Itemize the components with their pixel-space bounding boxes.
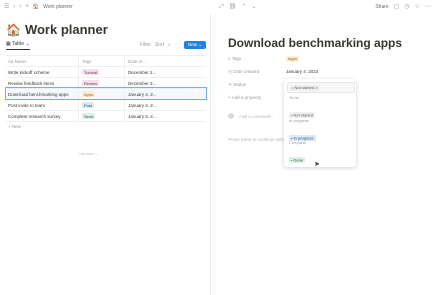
top-bar-left: ☰ ‹ › + 🏠 Work planner: [0, 4, 214, 10]
mouse-cursor-icon: ➤: [314, 161, 320, 168]
calculate-button[interactable]: Calculate ⌄: [78, 151, 99, 156]
table-row[interactable]: Post invite to team Post January 4, 2...: [6, 99, 206, 110]
search-icon[interactable]: ⌕: [168, 42, 171, 48]
favorite-star-icon[interactable]: ☆: [415, 4, 420, 10]
property-value: January 4, 2023: [286, 69, 319, 74]
row-date: January 5, 2...: [124, 111, 206, 121]
row-name[interactable]: Review feedback items: [6, 81, 78, 86]
database-table: Aa Name Tags Date cr... Write kickoff sc…: [5, 55, 207, 131]
property-label: ☀ Status: [228, 81, 247, 87]
row-tags[interactable]: Apps: [78, 89, 124, 99]
sort-button[interactable]: Sort: [155, 42, 164, 48]
comment-icon[interactable]: ▢: [394, 4, 400, 10]
tag-badge: Post: [82, 102, 95, 108]
property-status[interactable]: ☀ Status: [228, 80, 286, 89]
planner-title: 🏠 Work planner: [6, 22, 108, 37]
page-title: Work planner: [24, 22, 108, 37]
property-date[interactable]: ◷ Date created January 4, 2023: [228, 67, 318, 76]
breadcrumb[interactable]: Work planner: [43, 4, 73, 10]
share-button[interactable]: Share: [375, 4, 388, 10]
status-dropdown: • Not started × To-do • Not started In pro…: [284, 79, 356, 167]
more-options-icon[interactable]: ⋯: [425, 4, 435, 10]
row-date: January 4, 2...: [124, 100, 206, 110]
tag-badge: Review: [82, 80, 100, 86]
add-property-button[interactable]: + Add a property: [228, 93, 286, 102]
breadcrumb-icon: 🏠: [32, 4, 40, 10]
row-name[interactable]: Post invite to team: [6, 103, 78, 108]
avatar: [228, 113, 234, 119]
status-group-label: Complete: [289, 140, 307, 145]
row-date: December 3...: [124, 78, 206, 88]
chevron-down-icon[interactable]: ⌄: [251, 4, 256, 10]
tag-badge: Send: [82, 113, 96, 119]
status-group-label: In progress: [289, 118, 310, 123]
row-tags[interactable]: Tutorial: [78, 67, 124, 77]
row-tags[interactable]: Post: [78, 100, 124, 110]
tab-table[interactable]: ▦ Table ⌄: [6, 41, 30, 50]
row-name[interactable]: Download benchmarking apps: [6, 92, 78, 97]
chevron-up-icon[interactable]: ⌃: [241, 4, 246, 10]
comment-input[interactable]: Add a comment...: [239, 114, 274, 119]
property-label: ◷ Date created: [228, 68, 259, 74]
status-chip: • Done: [289, 156, 306, 163]
top-bar-right: ⤢ ⛓ ⌃ ⌄ Share ▢ ◷ ☆ ⋯: [214, 4, 435, 10]
view-toolbar: ▦ Table ⌄ Filter Sort ⌕ ⋯ New ⌄: [6, 40, 206, 50]
status-chip: • Not started: [289, 111, 316, 118]
page-title[interactable]: Download benchmarking apps: [228, 36, 402, 50]
table-row[interactable]: Review feedback items Review December 3...: [6, 77, 206, 88]
clock-icon[interactable]: ◷: [404, 4, 409, 10]
row-tags[interactable]: Review: [78, 78, 124, 88]
link-icon[interactable]: ⛓: [229, 4, 237, 10]
property-label: + Add a property: [228, 95, 262, 100]
column-header-name[interactable]: Aa Name: [6, 59, 78, 64]
filter-button[interactable]: Filter: [140, 42, 151, 48]
top-bar: ☰ ‹ › + 🏠 Work planner ⤢ ⛓ ⌃ ⌄ Share ▢ ◷…: [0, 0, 435, 14]
column-header-date[interactable]: Date cr...: [124, 56, 206, 66]
comment-row: Add a comment...: [228, 113, 274, 119]
status-search-input[interactable]: • Not started ×: [287, 82, 355, 93]
back-arrow-icon[interactable]: ‹: [13, 4, 15, 10]
column-header-tags[interactable]: Tags: [78, 56, 124, 66]
table-row[interactable]: Download benchmarking apps Apps January 4,…: [5, 87, 207, 100]
status-option[interactable]: • Done: [289, 148, 306, 166]
tag-badge[interactable]: Apps: [286, 55, 300, 62]
tag-badge: Tutorial: [82, 69, 100, 75]
row-name[interactable]: Complete research survey: [6, 114, 78, 119]
row-date: December 2...: [124, 67, 206, 77]
new-button[interactable]: New ⌄: [183, 41, 206, 49]
house-icon: 🏠: [6, 22, 21, 37]
table-row[interactable]: Complete research survey Send January 5, 2…: [6, 110, 206, 121]
new-row-button[interactable]: + New: [6, 121, 206, 131]
selected-status-chip[interactable]: • Not started ×: [290, 84, 320, 91]
forward-arrow-icon[interactable]: ›: [19, 4, 21, 10]
row-tags[interactable]: Send: [78, 111, 124, 121]
property-tags[interactable]: ≡ Tags Apps: [228, 54, 300, 63]
add-icon[interactable]: +: [25, 4, 29, 10]
row-name[interactable]: Write kickoff scheme: [6, 70, 78, 75]
sidebar-toggle-icon[interactable]: ☰: [4, 4, 9, 10]
status-group-label: To-do: [289, 95, 300, 100]
open-full-page-icon[interactable]: ⤢: [219, 4, 224, 10]
table-row[interactable]: Write kickoff scheme Tutorial December 2..…: [6, 66, 206, 77]
tag-badge: Apps: [82, 91, 96, 97]
row-date: January 4, 2...: [124, 89, 206, 99]
more-options-icon[interactable]: ⋯: [175, 42, 180, 48]
table-header: Aa Name Tags Date cr...: [6, 55, 206, 66]
property-label: ≡ Tags: [228, 56, 242, 61]
